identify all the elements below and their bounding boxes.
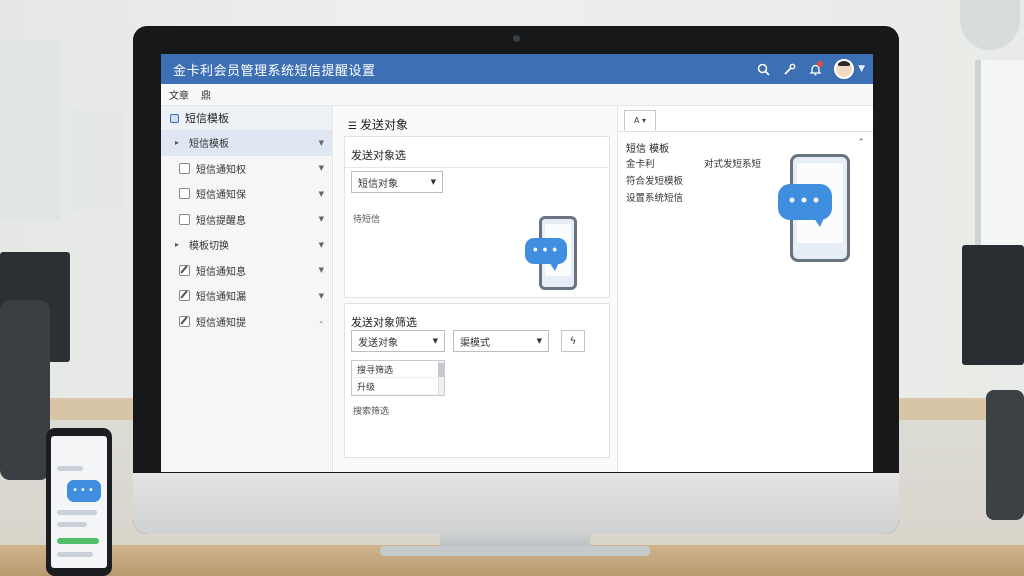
- edit-icon[interactable]: [179, 315, 190, 327]
- webcam: [513, 35, 520, 42]
- chevron-down-icon: ▼: [318, 240, 324, 249]
- list-item[interactable]: 搜寻筛选: [352, 361, 444, 378]
- checkbox[interactable]: [179, 162, 190, 174]
- list-item[interactable]: 升级: [352, 378, 444, 395]
- sidebar-header[interactable]: 短信模板: [161, 106, 332, 130]
- chevron-down-icon: ⌄: [318, 317, 324, 326]
- preview-header: 短信 模板: [626, 144, 670, 155]
- chevron-right-icon: ▸: [175, 138, 180, 148]
- template-icon: [170, 113, 179, 123]
- panel-title: 发送对象选: [351, 149, 406, 162]
- lightning-icon: ϟ: [569, 335, 577, 347]
- chevron-down-icon: ▼: [430, 178, 436, 186]
- mode-select[interactable]: 渠模式 ▼: [453, 330, 549, 352]
- chevron-down-icon: ▼: [318, 215, 324, 224]
- checkbox[interactable]: [179, 188, 190, 200]
- user-avatar[interactable]: [834, 59, 855, 79]
- menu-bar: 文章 鼎: [161, 84, 873, 106]
- sidebar-header-label: 短信模板: [185, 112, 229, 125]
- phone-message-icon: •••: [778, 154, 854, 266]
- preview-row-value: 对式发短系短: [704, 159, 762, 170]
- background-chair: [0, 300, 50, 480]
- sidebar-item-label: 短信通知提: [196, 317, 246, 329]
- app-title: 金卡利会员管理系统短信提醒设置: [173, 63, 376, 79]
- edit-icon[interactable]: [179, 264, 190, 276]
- send-target-panel: 发送对象选 短信对象 ▼ 待短信 •••: [344, 136, 610, 298]
- chevron-right-icon: ▸: [175, 240, 180, 250]
- chevron-down-icon: ▼: [318, 291, 324, 300]
- monitor: 金卡利会员管理系统短信提醒设置 ▼ 文章 鼎 短信模板 ▸ 短信模板 ▼ 短信通…: [133, 26, 899, 534]
- sidebar-item-notify-tip[interactable]: 短信通知提 ⌄: [161, 309, 332, 335]
- monitor-chin: [133, 473, 899, 534]
- filter-footer-text: 搜索筛选: [353, 407, 390, 417]
- sidebar-item-label: 短信通知保: [196, 190, 246, 202]
- chevron-down-icon: ▼: [318, 266, 324, 275]
- monitor-stand-base: [380, 546, 650, 556]
- sidebar-item-notify-info[interactable]: 短信通知息 ▼: [161, 258, 332, 284]
- sidebar-item-label: 短信提醒息: [196, 215, 246, 227]
- filter-listbox[interactable]: 搜寻筛选 升级: [351, 360, 445, 396]
- notification-badge: [817, 61, 824, 67]
- send-target-select[interactable]: 发送对象 ▼: [351, 330, 445, 352]
- background-chair-right: [986, 390, 1024, 520]
- sidebar: 短信模板 ▸ 短信模板 ▼ 短信通知权 ▼ 短信通知保 ▼ 短信提醒息 ▼ ▸ …: [161, 106, 333, 472]
- app-body: 短信模板 ▸ 短信模板 ▼ 短信通知权 ▼ 短信通知保 ▼ 短信提醒息 ▼ ▸ …: [161, 106, 873, 472]
- sidebar-item-label: 短信通知权: [196, 164, 246, 176]
- sidebar-item-label: 短信通知息: [196, 266, 246, 278]
- sidebar-item-template-switch[interactable]: ▸ 模板切换 ▼: [161, 232, 332, 258]
- section-title: ☰ 发送对象: [348, 118, 408, 132]
- preview-row-label: 金卡利: [626, 159, 655, 170]
- sidebar-item-templates[interactable]: ▸ 短信模板 ▼: [161, 130, 332, 156]
- sidebar-item-notify-leak[interactable]: 短信通知漏 ▼: [161, 283, 332, 309]
- preview-tab[interactable]: A ▾: [624, 110, 656, 130]
- main-panel: ☰ 发送对象 发送对象选 短信对象 ▼ 待短信 ••• 发送对象筛选 发送对象 …: [334, 106, 617, 472]
- phone-message-icon: •••: [525, 216, 589, 296]
- sms-target-select[interactable]: 短信对象 ▼: [351, 171, 443, 193]
- target-filter-panel: 发送对象筛选 发送对象 ▼ 渠模式 ▼ ϟ 搜寻筛选 升级 搜索筛选: [344, 303, 610, 458]
- preview-row-label: 设置系统短信: [626, 193, 684, 204]
- sidebar-item-label: 短信模板: [189, 139, 229, 151]
- chevron-down-icon: ▼: [536, 337, 542, 345]
- menu-item-article[interactable]: 文章: [169, 87, 189, 102]
- edit-icon[interactable]: [179, 290, 190, 302]
- background-whiteboard: [0, 40, 60, 220]
- chevron-down-icon: ▼: [318, 164, 324, 173]
- menu-item-second[interactable]: 鼎: [201, 87, 211, 102]
- quick-filter-button[interactable]: ϟ: [561, 330, 585, 352]
- chevron-up-icon[interactable]: ⌃: [857, 138, 865, 148]
- sidebar-item-label: 短信通知漏: [196, 292, 246, 304]
- chevron-down-icon: ▼: [432, 337, 438, 345]
- list-icon: ☰: [348, 121, 357, 132]
- preview-panel: A ▾ 短信 模板 ⌃ 金卡利 对式发短系短 符合发短模板 设置系统短信 •••: [617, 106, 873, 472]
- wrench-icon[interactable]: [776, 58, 802, 80]
- preview-row-label: 符合发短模板: [626, 176, 684, 187]
- chevron-down-icon: ▼: [318, 138, 324, 147]
- chevron-down-icon[interactable]: ▼: [858, 64, 865, 74]
- chevron-down-icon: ▼: [318, 189, 324, 198]
- background-poster: [70, 110, 125, 210]
- preview-body: 短信 模板 ⌃ 金卡利 对式发短系短 符合发短模板 设置系统短信 •••: [618, 131, 873, 472]
- panel-title: 发送对象筛选: [351, 316, 417, 329]
- hint-text: 待短信: [353, 215, 381, 225]
- sidebar-item-label: 模板切换: [189, 241, 229, 253]
- sidebar-item-notify-right[interactable]: 短信通知权 ▼: [161, 156, 332, 182]
- checkbox[interactable]: [179, 213, 190, 225]
- desk-phone: •••: [46, 428, 112, 576]
- title-bar: 金卡利会员管理系统短信提醒设置 ▼: [161, 54, 873, 84]
- search-icon[interactable]: [750, 58, 776, 80]
- app-window: 金卡利会员管理系统短信提醒设置 ▼ 文章 鼎 短信模板 ▸ 短信模板 ▼ 短信通…: [161, 54, 873, 472]
- bell-icon[interactable]: [802, 58, 828, 80]
- sidebar-item-reminder[interactable]: 短信提醒息 ▼: [161, 207, 332, 233]
- background-monitor-right: [962, 245, 1024, 365]
- panel-body: 短信对象 ▼ 待短信 •••: [345, 167, 609, 290]
- sidebar-item-notify-keep[interactable]: 短信通知保 ▼: [161, 181, 332, 207]
- scrollbar[interactable]: [438, 361, 444, 395]
- desk-phone-screen: •••: [51, 436, 107, 568]
